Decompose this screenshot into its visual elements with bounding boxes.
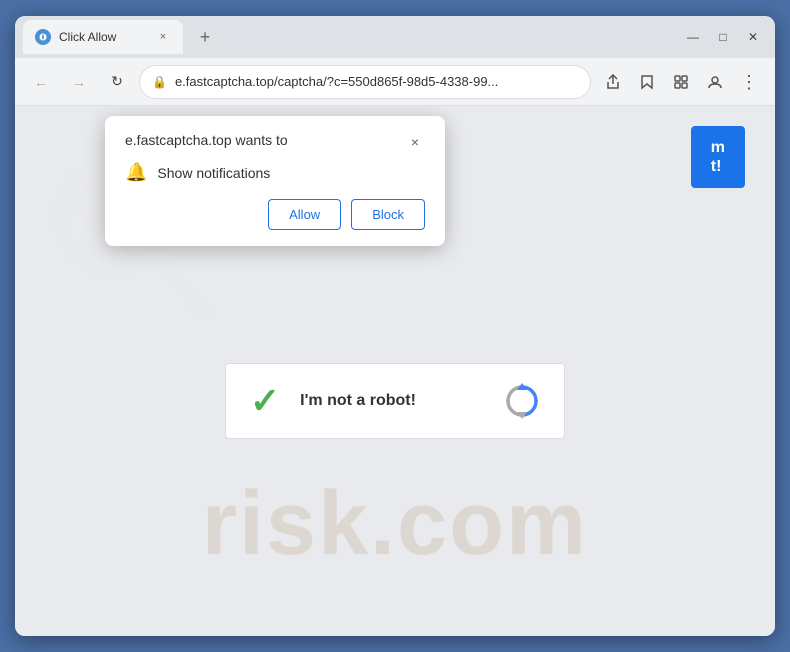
browser-tab[interactable]: Click Allow × — [23, 20, 183, 54]
close-button[interactable]: ✕ — [739, 23, 767, 51]
address-bar[interactable]: 🔒 e.fastcaptcha.top/captcha/?c=550d865f-… — [139, 65, 591, 99]
minimize-button[interactable]: — — [679, 23, 707, 51]
reload-button[interactable]: ↻ — [101, 66, 133, 98]
nav-bar: ← → ↻ 🔒 e.fastcaptcha.top/captcha/?c=550… — [15, 58, 775, 106]
back-button[interactable]: ← — [25, 66, 57, 98]
window-controls: — □ ✕ — [679, 23, 767, 51]
cta-button: m t! — [691, 126, 745, 188]
popup-buttons: Allow Block — [125, 199, 425, 230]
tab-favicon — [35, 29, 51, 45]
recaptcha-logo — [504, 383, 540, 419]
title-bar: Click Allow × + — □ ✕ — [15, 16, 775, 58]
tab-close-button[interactable]: × — [155, 29, 171, 45]
tab-title: Click Allow — [59, 30, 147, 44]
address-text: e.fastcaptcha.top/captcha/?c=550d865f-98… — [175, 74, 578, 89]
maximize-button[interactable]: □ — [709, 23, 737, 51]
lock-icon: 🔒 — [152, 75, 167, 89]
popup-header: e.fastcaptcha.top wants to × — [125, 132, 425, 152]
notification-label: Show notifications — [157, 165, 270, 181]
watermark-text: risk.com — [202, 474, 588, 574]
page-content: risk.com m t! e.fastcaptcha.top wants to… — [15, 106, 775, 636]
bookmark-button[interactable] — [631, 66, 663, 98]
allow-button[interactable]: Allow — [268, 199, 341, 230]
nav-actions: ⋮ — [597, 66, 765, 98]
forward-button[interactable]: → — [63, 66, 95, 98]
share-button[interactable] — [597, 66, 629, 98]
recaptcha-box[interactable]: ✓ I'm not a robot! — [225, 363, 565, 439]
bell-icon: 🔔 — [125, 162, 147, 183]
profile-button[interactable] — [699, 66, 731, 98]
popup-title: e.fastcaptcha.top wants to — [125, 132, 288, 148]
popup-close-button[interactable]: × — [405, 132, 425, 152]
browser-window: Click Allow × + — □ ✕ ← → ↻ 🔒 e.fastcapt… — [15, 16, 775, 636]
notification-popup: e.fastcaptcha.top wants to × 🔔 Show noti… — [105, 116, 445, 246]
extension-button[interactable] — [665, 66, 697, 98]
popup-notification-row: 🔔 Show notifications — [125, 162, 425, 183]
robot-label: I'm not a robot! — [300, 392, 484, 410]
checkmark-icon: ✓ — [250, 380, 280, 422]
new-tab-button[interactable]: + — [191, 23, 219, 51]
block-button[interactable]: Block — [351, 199, 425, 230]
more-button[interactable]: ⋮ — [733, 66, 765, 98]
